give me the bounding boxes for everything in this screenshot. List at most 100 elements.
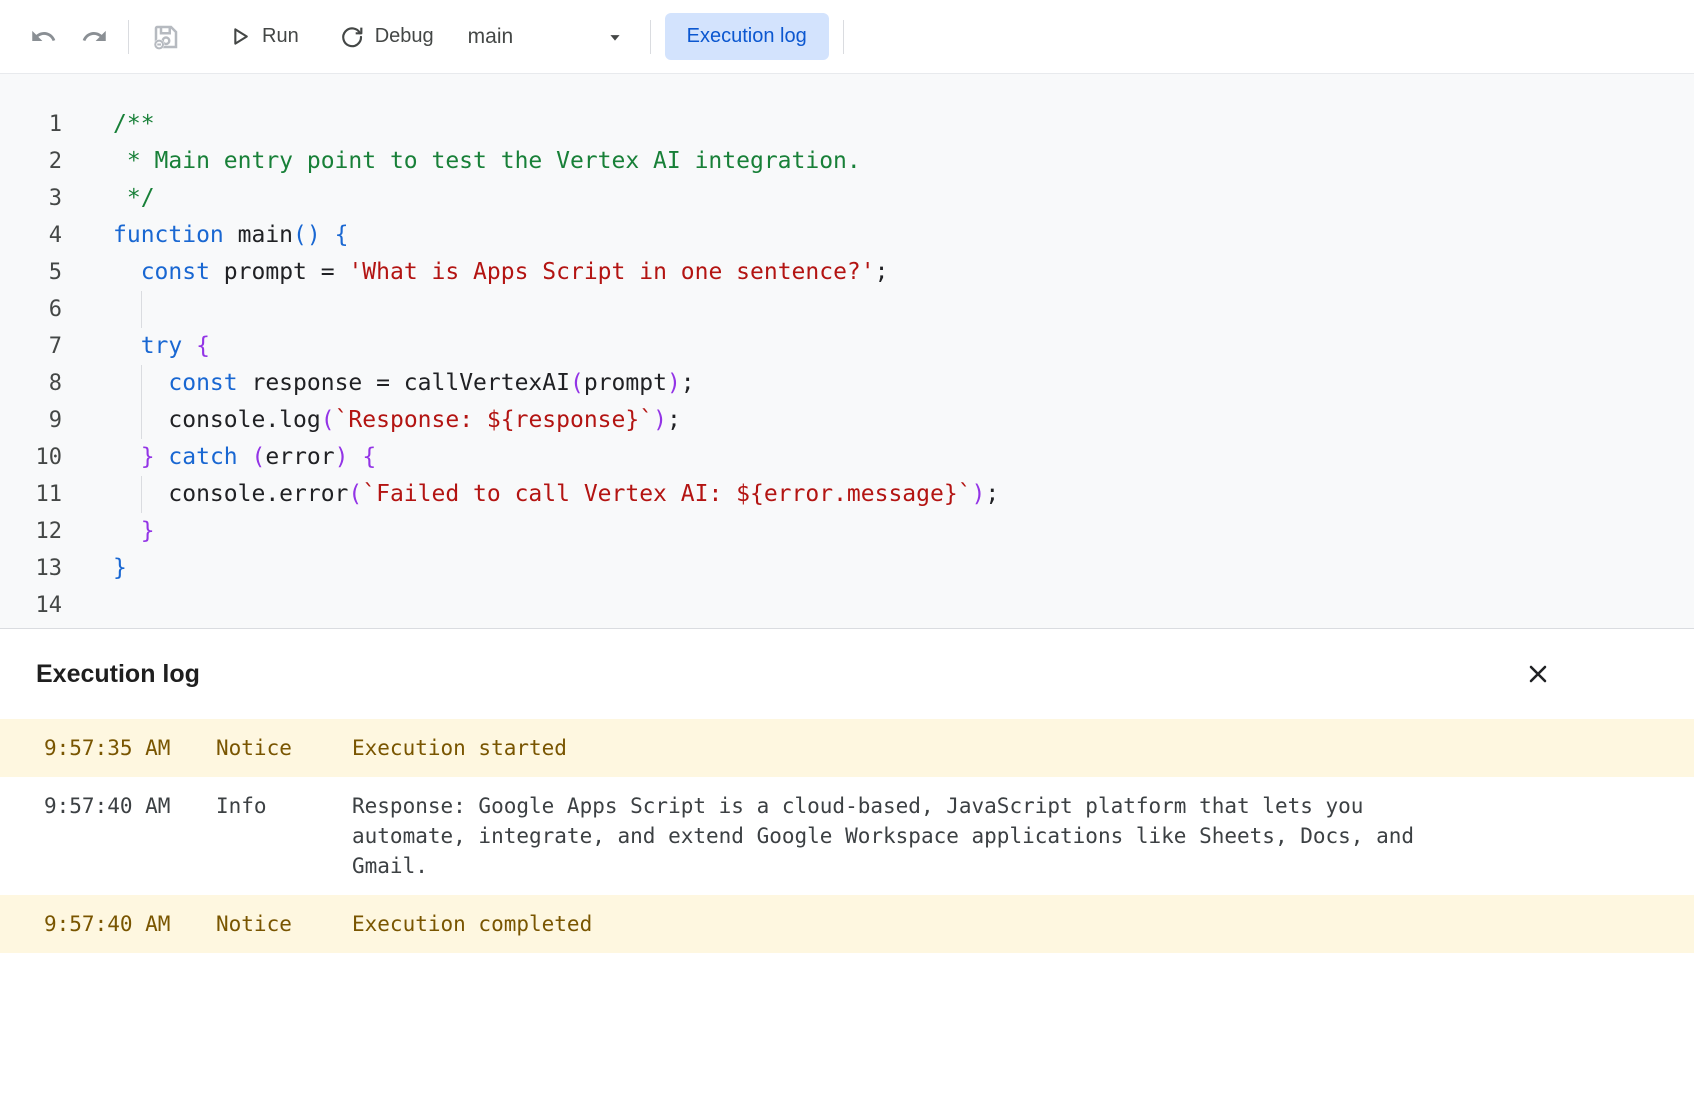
editor-row: 11 console.error(`Failed to call Vertex …: [0, 476, 1694, 513]
line-number: 10: [0, 439, 62, 476]
code-token: {: [335, 222, 349, 248]
code-token: `Response: ${response}`: [335, 407, 654, 433]
log-message: Execution completed: [352, 909, 592, 939]
function-select-value: main: [468, 25, 514, 49]
code-line[interactable]: console.error(`Failed to call Vertex AI:…: [113, 476, 999, 513]
code-token: [182, 333, 196, 359]
code-token: [113, 259, 141, 285]
code-token: [349, 444, 363, 470]
code-line[interactable]: /**: [113, 106, 155, 143]
log-level: Notice: [216, 733, 352, 763]
editor-row: 5 const prompt = 'What is Apps Script in…: [0, 254, 1694, 291]
code-line[interactable]: function main() {: [113, 217, 348, 254]
run-play-icon: [227, 24, 252, 49]
code-line[interactable]: console.log(`Response: ${response}`);: [113, 402, 681, 439]
line-number: 4: [0, 217, 62, 254]
log-row: 9:57:40 AMNoticeExecution completed: [0, 895, 1694, 953]
line-number: 8: [0, 365, 62, 402]
log-row: 9:57:35 AMNoticeExecution started: [0, 719, 1694, 777]
code-line[interactable]: * Main entry point to test the Vertex AI…: [113, 143, 861, 180]
function-select[interactable]: main: [458, 17, 636, 57]
code-token: (): [293, 222, 321, 248]
code-line[interactable]: const prompt = 'What is Apps Script in o…: [113, 254, 889, 291]
log-timestamp: 9:57:40 AM: [44, 909, 216, 939]
code-token: catch: [168, 444, 237, 470]
code-line[interactable]: */: [113, 180, 155, 217]
line-number: 13: [0, 550, 62, 587]
line-number: 9: [0, 402, 62, 439]
editor-row: 3 */: [0, 180, 1694, 217]
code-line[interactable]: }: [113, 513, 155, 550]
debug-icon: [339, 24, 365, 50]
code-token: ): [335, 444, 349, 470]
code-token: prompt: [584, 370, 667, 396]
debug-label: Debug: [375, 25, 434, 48]
indent-guide: [141, 402, 142, 439]
code-token: ;: [985, 481, 999, 507]
code-line[interactable]: try {: [113, 328, 210, 365]
line-number: 7: [0, 328, 62, 365]
execution-log-header: Execution log: [0, 629, 1694, 719]
execution-log-title: Execution log: [36, 660, 200, 689]
indent-guide: [141, 365, 142, 402]
undo-button[interactable]: [24, 17, 63, 56]
caret-down-icon: [604, 26, 626, 48]
toolbar-divider: [650, 20, 651, 54]
code-token: try: [141, 333, 183, 359]
code-token: `Failed to call Vertex AI: ${error.messa…: [362, 481, 971, 507]
editor-row: 8 const response = callVertexAI(prompt);: [0, 365, 1694, 402]
close-icon: [1524, 660, 1552, 688]
code-token: [113, 333, 141, 359]
save-project-button[interactable]: [145, 16, 187, 58]
save-project-icon: [151, 22, 181, 52]
code-token: main: [224, 222, 293, 248]
line-number: 3: [0, 180, 62, 217]
code-token: (: [570, 370, 584, 396]
editor-lines: 1/**2 * Main entry point to test the Ver…: [0, 106, 1694, 624]
indent-guide: [141, 476, 142, 513]
code-token: prompt =: [210, 259, 348, 285]
code-token: const: [141, 259, 210, 285]
close-log-button[interactable]: [1520, 656, 1556, 692]
toolbar: Run Debug main Execution log: [0, 0, 1694, 74]
line-number: 1: [0, 106, 62, 143]
code-token: (: [252, 444, 266, 470]
line-number: 14: [0, 587, 62, 624]
code-editor[interactable]: 1/**2 * Main entry point to test the Ver…: [0, 74, 1694, 628]
code-token: ;: [681, 370, 695, 396]
code-token: 'What is Apps Script in one sentence?': [348, 259, 874, 285]
code-token: {: [196, 333, 210, 359]
log-row: 9:57:40 AMInfoResponse: Google Apps Scri…: [0, 777, 1694, 895]
redo-button[interactable]: [75, 17, 114, 56]
editor-row: 9 console.log(`Response: ${response}`);: [0, 402, 1694, 439]
code-token: console.error: [113, 481, 348, 507]
execution-log-button[interactable]: Execution log: [665, 13, 829, 60]
code-token: ;: [875, 259, 889, 285]
log-timestamp: 9:57:40 AM: [44, 791, 216, 821]
editor-row: 6: [0, 291, 1694, 328]
log-message: Response: Google Apps Script is a cloud-…: [352, 791, 1432, 881]
toolbar-divider: [128, 20, 129, 54]
code-token: [155, 444, 169, 470]
code-token: */: [113, 185, 155, 211]
line-number: 11: [0, 476, 62, 513]
run-button[interactable]: Run: [215, 16, 311, 57]
code-token: ): [667, 370, 681, 396]
code-line[interactable]: }: [113, 550, 127, 587]
code-line[interactable]: } catch (error) {: [113, 439, 376, 476]
code-line[interactable]: const response = callVertexAI(prompt);: [113, 365, 695, 402]
line-number: 6: [0, 291, 62, 328]
code-token: const: [168, 370, 237, 396]
code-token: }: [141, 444, 155, 470]
editor-row: 12 }: [0, 513, 1694, 550]
editor-row: 10 } catch (error) {: [0, 439, 1694, 476]
code-token: ): [653, 407, 667, 433]
code-token: response = callVertexAI: [238, 370, 570, 396]
undo-icon: [30, 23, 57, 50]
log-timestamp: 9:57:35 AM: [44, 733, 216, 763]
log-level: Notice: [216, 909, 352, 939]
debug-button[interactable]: Debug: [327, 16, 446, 58]
log-message: Execution started: [352, 733, 567, 763]
redo-icon: [81, 23, 108, 50]
editor-row: 1 /**: [0, 106, 1694, 143]
